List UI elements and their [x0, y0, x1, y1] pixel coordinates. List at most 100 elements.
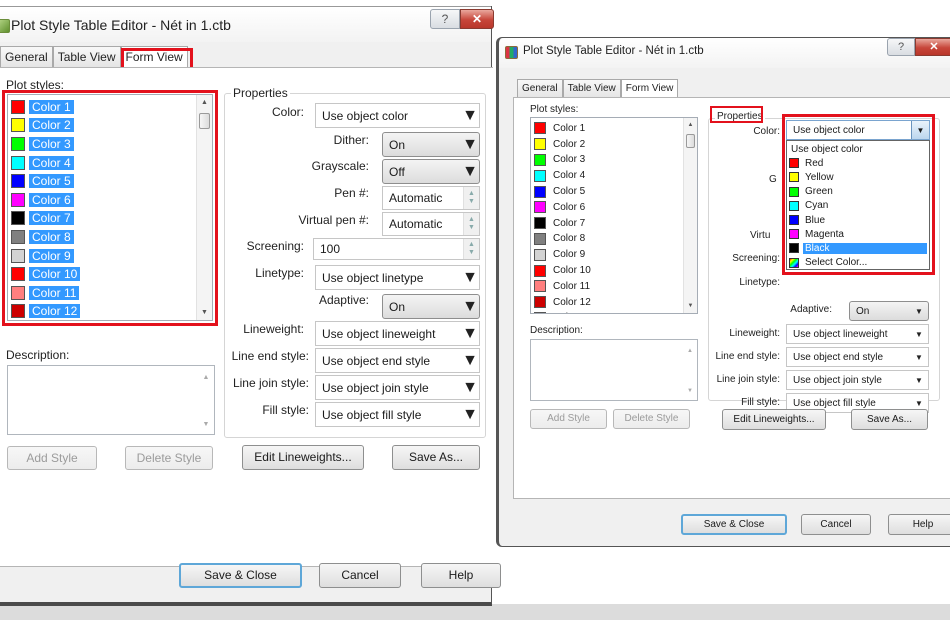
- plot-style-item[interactable]: Color 2: [11, 117, 74, 135]
- color-dropdown[interactable]: Use object color▼: [315, 103, 480, 128]
- plot-style-item[interactable]: Color 1: [534, 121, 588, 136]
- color-option[interactable]: Select Color...: [789, 256, 927, 270]
- adaptive-dropdown[interactable]: On▼: [849, 301, 929, 321]
- plot-style-item[interactable]: Color 6: [11, 191, 74, 209]
- plot-styles-scrollbar[interactable]: ▲ ▼: [196, 95, 212, 320]
- help-titlebar-button[interactable]: ?: [430, 9, 460, 29]
- tab-form-view[interactable]: Form View: [121, 46, 188, 68]
- edit-lineweights-button[interactable]: Edit Lineweights...: [242, 445, 364, 470]
- plot-style-item[interactable]: Color 1: [11, 98, 74, 116]
- tab-general[interactable]: General: [517, 79, 563, 98]
- scroll-down-icon[interactable]: ▼: [684, 303, 697, 309]
- delete-style-button[interactable]: Delete Style: [613, 409, 690, 429]
- cancel-button[interactable]: Cancel: [801, 514, 871, 535]
- plot-style-item[interactable]: Color 5: [11, 172, 74, 190]
- plot-style-item[interactable]: Color 12: [534, 295, 594, 310]
- plot-style-item[interactable]: Color 7: [11, 210, 74, 228]
- color-option[interactable]: Blue: [789, 213, 927, 227]
- plot-style-item[interactable]: Color 7: [534, 216, 588, 231]
- close-button[interactable]: ✕: [915, 38, 950, 56]
- line-join-style-dropdown[interactable]: Use object join style▼: [786, 370, 929, 390]
- color-dropdown-list[interactable]: Use object colorRedYellowGreenCyanBlueMa…: [786, 140, 930, 270]
- spinner-arrows-icon[interactable]: ▲▼: [463, 239, 479, 259]
- scroll-up-icon[interactable]: ▲: [683, 348, 697, 354]
- plot-style-item[interactable]: Color 8: [11, 228, 74, 246]
- color-option[interactable]: Red: [789, 156, 927, 170]
- pen-number-spinner[interactable]: Automatic ▲▼: [382, 186, 480, 210]
- color-option[interactable]: Use object color: [789, 142, 927, 156]
- save-and-close-button[interactable]: Save & Close: [681, 514, 787, 535]
- spinner-arrows-icon[interactable]: ▲▼: [463, 213, 479, 235]
- description-textarea[interactable]: ▲ ▼: [7, 365, 215, 435]
- plot-style-item[interactable]: Color 12: [11, 303, 80, 321]
- adaptive-dropdown[interactable]: On▼: [382, 294, 480, 319]
- edit-lineweights-button[interactable]: Edit Lineweights...: [722, 409, 826, 430]
- description-scrollbar[interactable]: ▲ ▼: [198, 366, 214, 434]
- plot-styles-scrollbar[interactable]: ▲ ▼: [683, 118, 697, 313]
- description-textarea[interactable]: ▲ ▼: [530, 339, 698, 401]
- chevron-down-icon[interactable]: ▼: [911, 121, 929, 139]
- scroll-down-icon[interactable]: ▼: [683, 388, 697, 394]
- plot-style-item[interactable]: Color 6: [534, 200, 588, 215]
- line-end-style-dropdown[interactable]: Use object end style▼: [315, 348, 480, 373]
- dither-dropdown[interactable]: On▼: [382, 132, 480, 157]
- color-dropdown[interactable]: Use object color▼: [786, 120, 930, 140]
- save-as-button[interactable]: Save As...: [851, 409, 928, 430]
- color-option[interactable]: Yellow: [789, 170, 927, 184]
- plot-style-item[interactable]: Color 11: [534, 279, 593, 294]
- title-bar[interactable]: Plot Style Table Editor - Nét in 1.ctb ?…: [499, 38, 950, 68]
- plot-style-item[interactable]: Color 9: [11, 247, 74, 265]
- lineweight-dropdown[interactable]: Use object lineweight▼: [786, 324, 929, 344]
- tab-form-view[interactable]: Form View: [621, 79, 679, 98]
- color-option[interactable]: Magenta: [789, 227, 927, 241]
- plot-style-item[interactable]: Color 4: [534, 168, 588, 183]
- plot-style-item[interactable]: Color 9: [534, 247, 588, 262]
- color-option[interactable]: Green: [789, 185, 927, 199]
- virtual-pen-spinner[interactable]: Automatic ▲▼: [382, 212, 480, 236]
- save-as-button[interactable]: Save As...: [392, 445, 480, 470]
- plot-style-item[interactable]: Color 3: [534, 153, 588, 168]
- plot-style-item[interactable]: Color 10: [534, 263, 594, 278]
- title-bar[interactable]: Plot Style Table Editor - Nét in 1.ctb ?…: [0, 6, 491, 42]
- plot-style-item[interactable]: Color 2: [534, 137, 588, 152]
- tab-general[interactable]: General: [0, 46, 53, 68]
- tab-table-view[interactable]: Table View: [563, 79, 621, 98]
- close-button[interactable]: ✕: [460, 9, 494, 29]
- spinner-arrows-icon[interactable]: ▲▼: [463, 187, 479, 209]
- line-end-style-dropdown[interactable]: Use object end style▼: [786, 347, 929, 367]
- scroll-down-icon[interactable]: ▼: [197, 309, 212, 316]
- add-style-button[interactable]: Add Style: [7, 446, 97, 470]
- scroll-up-icon[interactable]: ▲: [198, 374, 214, 381]
- add-style-button[interactable]: Add Style: [530, 409, 607, 429]
- save-and-close-button[interactable]: Save & Close: [179, 563, 302, 588]
- plot-style-item[interactable]: Color 3: [11, 135, 74, 153]
- help-button[interactable]: Help: [421, 563, 501, 588]
- screening-spinner[interactable]: 100 ▲▼: [313, 238, 480, 260]
- plot-style-item[interactable]: Color 8: [534, 232, 588, 247]
- plot-style-item[interactable]: Color 5: [534, 184, 588, 199]
- grayscale-dropdown[interactable]: Off▼: [382, 159, 480, 184]
- scroll-up-icon[interactable]: ▲: [197, 99, 212, 106]
- plot-style-item[interactable]: Color 4: [11, 154, 74, 172]
- scroll-down-icon[interactable]: ▼: [198, 421, 214, 428]
- delete-style-button[interactable]: Delete Style: [125, 446, 213, 470]
- fill-style-dropdown[interactable]: Use object fill style▼: [315, 402, 480, 427]
- plot-styles-list[interactable]: ▲ ▼ Color 1Color 2Color 3Color 4Color 5C…: [530, 117, 698, 314]
- line-join-style-dropdown[interactable]: Use object join style▼: [315, 375, 480, 400]
- cancel-button[interactable]: Cancel: [319, 563, 401, 588]
- plot-styles-list[interactable]: ▲ ▼ Color 1Color 2Color 3Color 4Color 5C…: [7, 94, 213, 321]
- lineweight-dropdown[interactable]: Use object lineweight▼: [315, 321, 480, 346]
- plot-style-item[interactable]: Color 13: [534, 311, 594, 314]
- color-option[interactable]: Cyan: [789, 199, 927, 213]
- plot-style-item[interactable]: Color 11: [11, 284, 79, 302]
- help-button[interactable]: Help: [888, 514, 950, 535]
- scroll-thumb[interactable]: [199, 113, 210, 129]
- tab-table-view[interactable]: Table View: [53, 46, 121, 68]
- description-scrollbar[interactable]: ▲ ▼: [683, 340, 697, 400]
- color-option[interactable]: Black: [789, 241, 927, 255]
- plot-style-item[interactable]: Color 10: [11, 265, 80, 283]
- help-titlebar-button[interactable]: ?: [887, 38, 915, 56]
- scroll-up-icon[interactable]: ▲: [684, 122, 697, 128]
- linetype-dropdown[interactable]: Use object linetype▼: [315, 265, 480, 290]
- scroll-thumb[interactable]: [686, 134, 695, 148]
